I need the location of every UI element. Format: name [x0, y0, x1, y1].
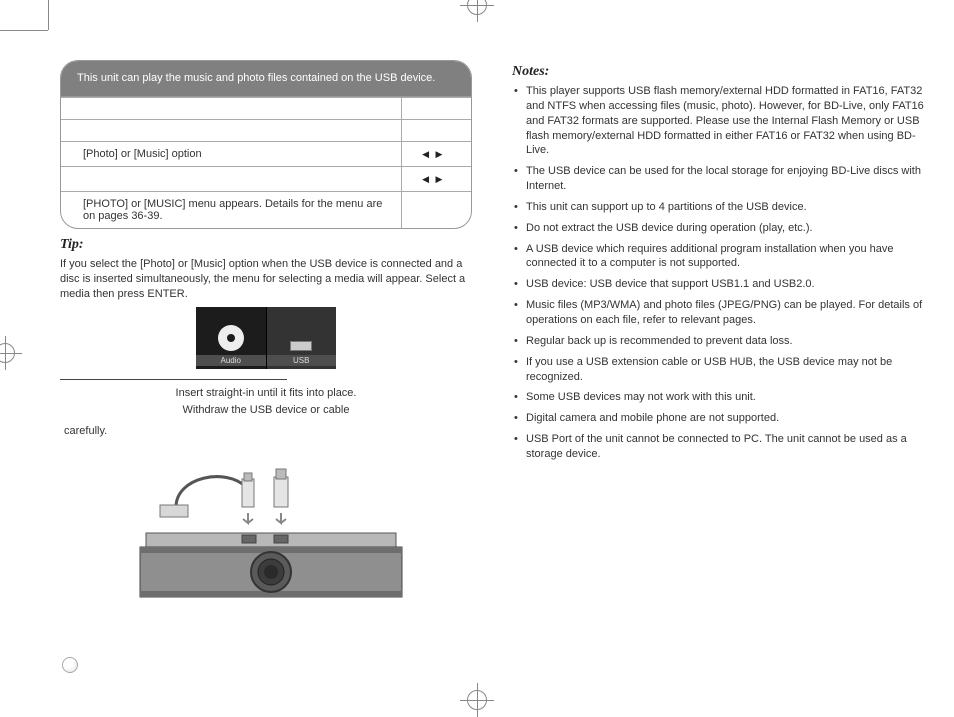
list-item: USB Port of the unit cannot be connected… — [512, 432, 924, 462]
notes-heading: Notes: — [512, 64, 924, 80]
crop-mark — [48, 0, 49, 30]
table-cell: [PHOTO] or [MUSIC] menu appears. Details… — [61, 191, 401, 228]
table-cell: [Photo] or [Music] option — [61, 141, 401, 166]
media-label: USB — [267, 355, 337, 366]
usb-plug-icon — [290, 341, 312, 351]
tip-body: If you select the [Photo] or [Music] opt… — [60, 257, 472, 302]
table-cell — [61, 166, 401, 191]
table-row: [Photo] or [Music] option — [61, 141, 471, 166]
crop-mark — [0, 30, 48, 31]
list-item: This player supports USB flash memory/ex… — [512, 84, 924, 158]
section-divider — [60, 379, 287, 380]
left-column: This unit can play the music and photo f… — [60, 60, 472, 665]
infobox-header: This unit can play the music and photo f… — [61, 61, 471, 97]
list-item: This unit can support up to 4 partitions… — [512, 200, 924, 215]
usb-info-box: This unit can play the music and photo f… — [60, 60, 472, 229]
table-cell — [61, 97, 401, 119]
disc-icon — [218, 325, 244, 351]
registration-mark-top — [467, 0, 487, 15]
table-row: [PHOTO] or [MUSIC] menu appears. Details… — [61, 191, 471, 228]
list-item: A USB device which requires additional p… — [512, 242, 924, 272]
table-row — [61, 166, 471, 191]
left-right-arrows-icon — [401, 166, 471, 191]
notes-list: This player supports USB flash memory/ex… — [512, 84, 924, 462]
list-item: Do not extract the USB device during ope… — [512, 221, 924, 236]
table-cell — [401, 119, 471, 141]
list-item: If you use a USB extension cable or USB … — [512, 355, 924, 385]
infobox-table: [Photo] or [Music] option [PHOTO] or [MU… — [61, 97, 471, 228]
list-item: Regular back up is recommended to preven… — [512, 334, 924, 349]
insert-instruction: Insert straight-in until it fits into pl… — [60, 386, 472, 401]
table-row — [61, 97, 471, 119]
table-cell — [401, 97, 471, 119]
list-item: The USB device can be used for the local… — [512, 164, 924, 194]
page-content: This unit can play the music and photo f… — [60, 60, 924, 665]
list-item: USB device: USB device that support USB1… — [512, 277, 924, 292]
right-column: Notes: This player supports USB flash me… — [512, 60, 924, 665]
device-illustration — [116, 447, 416, 607]
carefully-text: carefully. — [64, 424, 472, 439]
table-cell — [401, 191, 471, 228]
page-corner-circle-icon — [62, 657, 78, 673]
registration-mark-left — [0, 343, 15, 363]
withdraw-instruction: Withdraw the USB device or cable — [60, 403, 472, 418]
tip-heading: Tip: — [60, 237, 472, 253]
table-row — [61, 119, 471, 141]
media-option-audio: Audio — [196, 307, 266, 369]
media-label: Audio — [196, 355, 266, 366]
media-select-screenshot: Audio USB — [196, 307, 336, 369]
list-item: Digital camera and mobile phone are not … — [512, 411, 924, 426]
list-item: Some USB devices may not work with this … — [512, 390, 924, 405]
media-option-usb: USB — [266, 307, 337, 369]
registration-mark-bottom — [467, 690, 487, 710]
table-cell — [61, 119, 401, 141]
list-item: Music files (MP3/WMA) and photo files (J… — [512, 298, 924, 328]
left-right-arrows-icon — [401, 141, 471, 166]
